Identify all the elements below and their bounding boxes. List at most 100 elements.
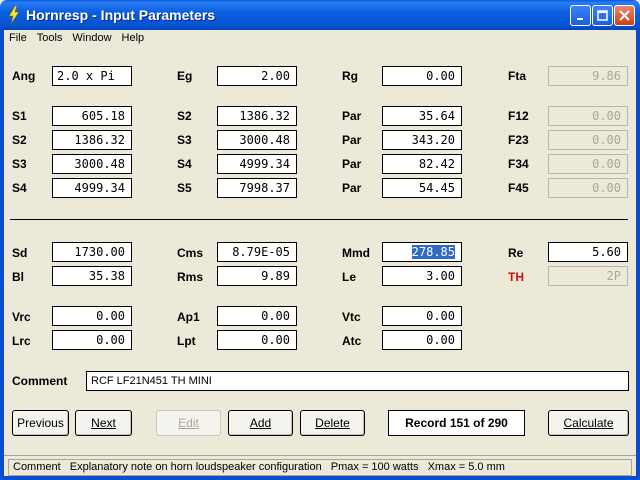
field-lrc[interactable]: 0.00: [52, 330, 132, 350]
label-f45: F45: [508, 181, 529, 195]
label-vtc: Vtc: [342, 310, 361, 324]
label-ap1: Ap1: [177, 310, 200, 324]
menu-bar: File Tools Window Help: [4, 30, 636, 48]
delete-button[interactable]: Delete: [300, 410, 365, 436]
minimize-button[interactable]: [570, 5, 591, 26]
field-mmd[interactable]: 278.85: [382, 242, 462, 262]
field-vtc[interactable]: 0.00: [382, 306, 462, 326]
label-s3-row3: S3: [12, 157, 27, 171]
window-title: Hornresp - Input Parameters: [26, 7, 216, 23]
field-cms[interactable]: 8.79E-05: [217, 242, 297, 262]
close-icon: [619, 10, 630, 21]
hornresp-lightning-icon: [8, 6, 20, 24]
edit-button: Edit: [156, 410, 221, 436]
label-re: Re: [508, 246, 524, 260]
label-fta: Fta: [508, 69, 526, 83]
field-par-4[interactable]: 54.45: [382, 178, 462, 198]
field-s4[interactable]: 4999.34: [217, 154, 297, 174]
add-button[interactable]: Add: [228, 410, 293, 436]
close-button[interactable]: [614, 5, 635, 26]
field-re[interactable]: 5.60: [548, 242, 628, 262]
field-f12: 0.00: [548, 106, 628, 126]
menu-file[interactable]: File: [4, 30, 32, 48]
menu-help[interactable]: Help: [117, 30, 150, 48]
status-field: Comment: [13, 461, 61, 473]
field-par-3[interactable]: 82.42: [382, 154, 462, 174]
status-panel: Comment Explanatory note on horn loudspe…: [8, 459, 632, 476]
field-s4-row4[interactable]: 4999.34: [52, 178, 132, 198]
calculate-button[interactable]: Calculate: [548, 410, 629, 436]
label-par-2: Par: [342, 133, 362, 147]
field-eg[interactable]: 2.00: [217, 66, 297, 86]
label-s5: S5: [177, 181, 192, 195]
field-lpt[interactable]: 0.00: [217, 330, 297, 350]
field-ap1[interactable]: 0.00: [217, 306, 297, 326]
field-s3-row3[interactable]: 3000.48: [52, 154, 132, 174]
label-vrc: Vrc: [12, 310, 31, 324]
next-button-label: Next: [91, 416, 116, 430]
field-s3[interactable]: 3000.48: [217, 130, 297, 150]
field-ang[interactable]: 2.0 x Pi: [52, 66, 132, 86]
label-s2: S2: [177, 109, 192, 123]
label-eg: Eg: [177, 69, 193, 83]
add-button-label: Add: [249, 416, 272, 430]
field-s2-row2[interactable]: 1386.32: [52, 130, 132, 150]
label-lpt: Lpt: [177, 334, 196, 348]
field-sd[interactable]: 1730.00: [52, 242, 132, 262]
delete-button-label: Delete: [315, 416, 350, 430]
status-xmax: Xmax = 5.0 mm: [427, 461, 505, 473]
status-description: Explanatory note on horn loudspeaker con…: [69, 461, 322, 473]
label-s4-row4: S4: [12, 181, 27, 195]
field-bl[interactable]: 35.38: [52, 266, 132, 286]
label-ang: Ang: [12, 69, 36, 83]
label-th: TH: [508, 270, 524, 284]
field-s2[interactable]: 1386.32: [217, 106, 297, 126]
calculate-button-label: Calculate: [563, 416, 614, 430]
field-le[interactable]: 3.00: [382, 266, 462, 286]
label-par-1: Par: [342, 109, 362, 123]
menu-window[interactable]: Window: [67, 30, 116, 48]
maximize-button[interactable]: [592, 5, 613, 26]
label-atc: Atc: [342, 334, 362, 348]
record-indicator: Record 151 of 290: [388, 410, 525, 436]
field-rms[interactable]: 9.89: [217, 266, 297, 286]
label-par-3: Par: [342, 157, 362, 171]
label-comment: Comment: [12, 374, 68, 388]
menu-tools[interactable]: Tools: [32, 30, 68, 48]
label-f34: F34: [508, 157, 529, 171]
field-s5[interactable]: 7998.37: [217, 178, 297, 198]
label-sd: Sd: [12, 246, 28, 260]
label-par-4: Par: [342, 181, 362, 195]
field-mmd-value: 278.85: [411, 245, 455, 259]
label-f12: F12: [508, 109, 529, 123]
field-par-2[interactable]: 343.20: [382, 130, 462, 150]
status-pmax: Pmax = 100 watts: [330, 461, 419, 473]
field-rg[interactable]: 0.00: [382, 66, 462, 86]
field-th: 2P: [548, 266, 628, 286]
field-atc[interactable]: 0.00: [382, 330, 462, 350]
title-bar: Hornresp - Input Parameters: [0, 0, 640, 30]
comment-field[interactable]: RCF LF21N451 TH MINI: [86, 371, 629, 391]
field-f45: 0.00: [548, 178, 628, 198]
label-f23: F23: [508, 133, 529, 147]
next-button[interactable]: Next: [75, 410, 132, 436]
edit-button-label: Edit: [178, 416, 199, 430]
label-le: Le: [342, 270, 357, 284]
field-par-1[interactable]: 35.64: [382, 106, 462, 126]
field-f34: 0.00: [548, 154, 628, 174]
minimize-icon: [576, 17, 583, 20]
field-vrc[interactable]: 0.00: [52, 306, 132, 326]
section-divider: [10, 219, 628, 220]
label-s3: S3: [177, 133, 192, 147]
field-fta: 9.86: [548, 66, 628, 86]
field-s1[interactable]: 605.18: [52, 106, 132, 126]
field-f23: 0.00: [548, 130, 628, 150]
status-bar: Comment Explanatory note on horn loudspe…: [4, 455, 636, 476]
previous-button-label: Previous: [17, 416, 64, 430]
label-bl: Bl: [12, 270, 24, 284]
previous-button[interactable]: Previous: [12, 410, 69, 436]
label-s4: S4: [177, 157, 192, 171]
label-cms: Cms: [177, 246, 204, 260]
label-lrc: Lrc: [12, 334, 31, 348]
window-frame-bottom: [0, 476, 640, 480]
